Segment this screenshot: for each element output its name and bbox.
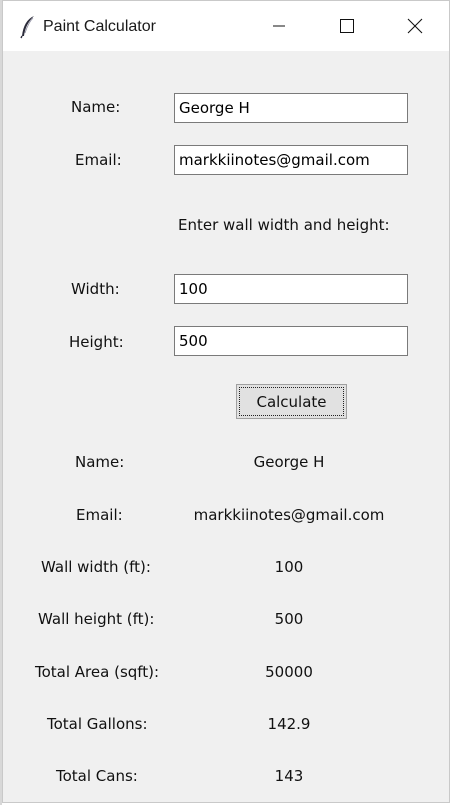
close-icon	[407, 18, 423, 34]
minimize-icon	[273, 25, 285, 27]
width-input[interactable]	[174, 274, 408, 304]
result-label-wall-width: Wall width (ft):	[41, 558, 151, 576]
width-label: Width:	[71, 280, 120, 298]
result-value-total-cans: 143	[274, 767, 304, 785]
result-value-wall-width: 100	[274, 558, 304, 576]
calculate-button-label: Calculate	[239, 387, 344, 416]
result-value-total-area: 50000	[265, 663, 313, 681]
maximize-button[interactable]	[319, 1, 375, 51]
result-value-total-gallons: 142.9	[267, 715, 311, 733]
instruction-text: Enter wall width and height:	[178, 216, 390, 234]
result-label-total-area: Total Area (sqft):	[35, 663, 160, 681]
result-value-name: George H	[253, 453, 325, 471]
window-title: Paint Calculator	[43, 18, 156, 35]
result-value-email: markkiinotes@gmail.com	[193, 506, 385, 524]
result-label-total-gallons: Total Gallons:	[47, 715, 148, 733]
calculate-button[interactable]: Calculate	[236, 384, 347, 419]
email-label: Email:	[75, 151, 122, 169]
minimize-button[interactable]	[251, 1, 307, 51]
app-window: Paint Calculator Name: Email: Enter wall…	[2, 0, 450, 803]
title-bar[interactable]: Paint Calculator	[3, 1, 449, 51]
name-input[interactable]	[174, 93, 408, 123]
maximize-icon	[340, 19, 354, 33]
height-input[interactable]	[174, 326, 408, 356]
result-label-email: Email:	[76, 506, 123, 524]
result-label-name: Name:	[75, 453, 125, 471]
close-button[interactable]	[387, 1, 443, 51]
feather-icon	[20, 16, 34, 39]
name-label: Name:	[71, 98, 121, 116]
result-value-wall-height: 500	[274, 610, 304, 628]
result-label-wall-height: Wall height (ft):	[38, 610, 155, 628]
result-label-total-cans: Total Cans:	[56, 767, 138, 785]
email-input[interactable]	[174, 145, 408, 175]
height-label: Height:	[69, 333, 124, 351]
